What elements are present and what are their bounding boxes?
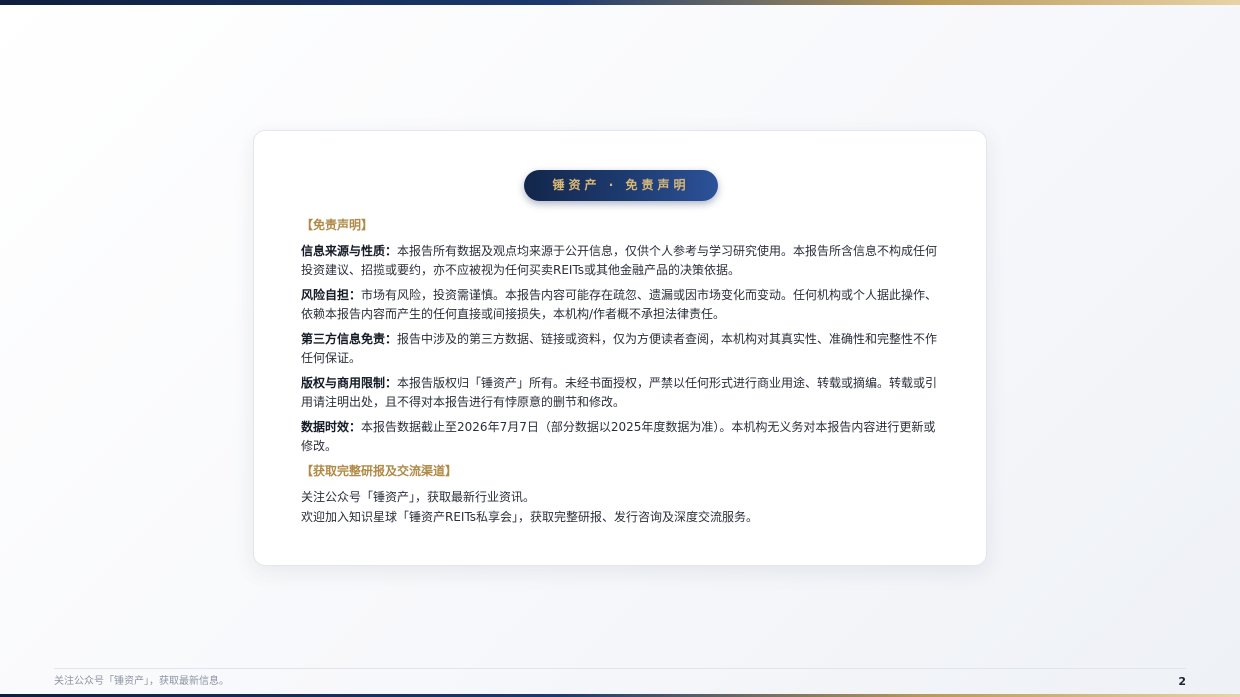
disclaimer-item-third-party: 第三方信息免责：报告中涉及的第三方数据、链接或资料，仅为方便读者查阅，本机构对其… (301, 330, 941, 368)
disclaimer-header-pill: 锤资产 · 免责声明 (524, 170, 718, 201)
term-separator: ： (349, 288, 362, 302)
disclaimer-text: 市场有风险，投资需谨慎。本报告内容可能存在疏忽、遗漏或因市场变化而变动。任何机构… (301, 288, 938, 321)
term-separator: ： (385, 332, 398, 346)
disclaimer-item-source: 信息来源与性质：本报告所有数据及观点均来源于公开信息，仅供个人参考与学习研究使用… (301, 242, 941, 280)
footer-text: 关注公众号「锤资产」，获取最新信息。 (54, 676, 229, 687)
page-number: 2 (1178, 675, 1186, 688)
disclaimer-term: 风险自担 (301, 288, 350, 302)
disclaimer-text: 报告中涉及的第三方数据、链接或资料，仅为方便读者查阅，本机构对其真实性、准确性和… (301, 332, 938, 365)
disclaimer-card: 锤资产 · 免责声明 【免责声明】 信息来源与性质：本报告所有数据及观点均来源于… (253, 130, 987, 566)
disclaimer-text: 本报告版权归「锤资产」所有。未经书面授权，严禁以任何形式进行商业用途、转载或摘编… (301, 376, 938, 409)
term-separator: ： (385, 376, 398, 390)
disclaimer-content: 【免责声明】 信息来源与性质：本报告所有数据及观点均来源于公开信息，仅供个人参考… (301, 216, 941, 527)
top-accent-bar (0, 0, 1240, 5)
disclaimer-term: 信息来源与性质 (301, 244, 386, 258)
disclaimer-item-copyright: 版权与商用限制：本报告版权归「锤资产」所有。未经书面授权，严禁以任何形式进行商业… (301, 374, 941, 412)
disclaimer-text: 本报告数据截止至2026年7月7日（部分数据以2025年度数据为准）。本机构无义… (301, 420, 936, 453)
disclaimer-term: 数据时效 (301, 420, 350, 434)
disclaimer-section-title: 【免责声明】 (301, 218, 374, 232)
disclaimer-term: 版权与商用限制 (301, 376, 386, 390)
channels-line-knowledge-planet: 欢迎加入知识星球「锤资产REITs私享会」，获取完整研报、发行咨询及深度交流服务… (301, 510, 759, 524)
term-separator: ： (349, 420, 362, 434)
term-separator: ： (385, 244, 398, 258)
disclaimer-item-timeliness: 数据时效：本报告数据截止至2026年7月7日（部分数据以2025年度数据为准）。… (301, 418, 941, 456)
disclaimer-term: 第三方信息免责 (301, 332, 386, 346)
footer-divider (54, 668, 1186, 669)
channels-section-title: 【获取完整研报及交流渠道】 (301, 464, 458, 478)
disclaimer-item-risk: 风险自担：市场有风险，投资需谨慎。本报告内容可能存在疏忽、遗漏或因市场变化而变动… (301, 286, 941, 324)
disclaimer-text: 本报告所有数据及观点均来源于公开信息，仅供个人参考与学习研究使用。本报告所含信息… (301, 244, 938, 277)
channels-line-official-account: 关注公众号「锤资产」，获取最新行业资讯。 (301, 490, 536, 504)
